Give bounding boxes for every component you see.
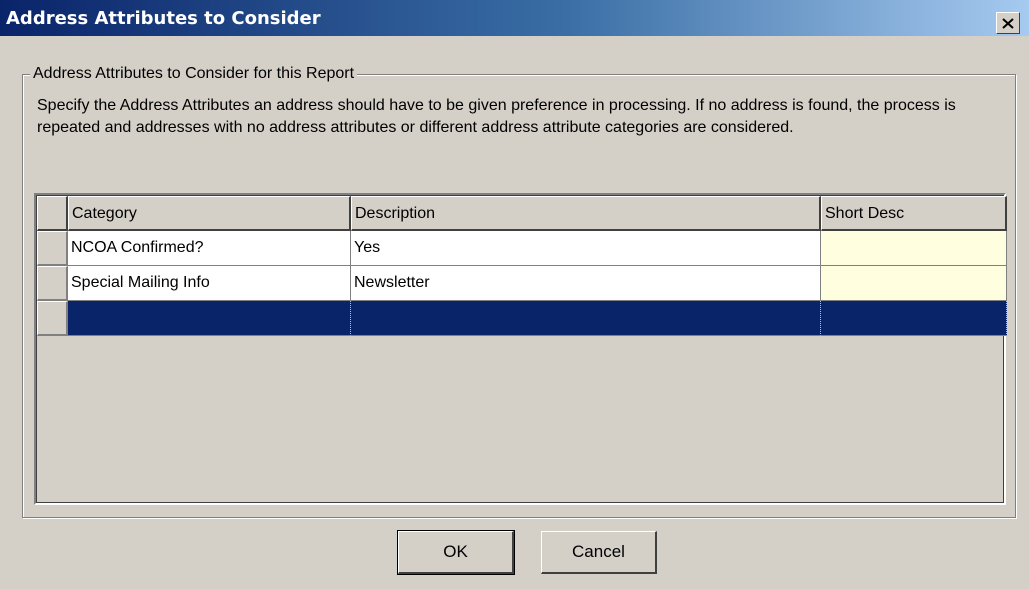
table-row-selected [37, 301, 1007, 336]
close-icon [1002, 17, 1014, 29]
category-cell[interactable] [68, 301, 351, 336]
short-desc-cell[interactable] [821, 266, 1007, 301]
row-selector[interactable] [37, 231, 68, 266]
column-header-short-desc[interactable]: Short Desc [821, 196, 1007, 231]
title-bar: Address Attributes to Consider [0, 0, 1029, 36]
header-corner-cell[interactable] [37, 196, 68, 231]
window-title: Address Attributes to Consider [6, 8, 321, 29]
description-cell[interactable] [351, 301, 821, 336]
instructions-text: Specify the Address Attributes an addres… [37, 97, 956, 136]
table-row: NCOA Confirmed? Yes [37, 231, 1007, 266]
close-button[interactable] [996, 12, 1020, 34]
column-header-category[interactable]: Category [68, 196, 351, 231]
attributes-grid[interactable]: Category Description Short Desc NCOA Con… [34, 193, 1007, 505]
grid-header-row: Category Description Short Desc [37, 196, 1007, 231]
column-header-description[interactable]: Description [351, 196, 821, 231]
row-selector[interactable] [37, 301, 68, 336]
cancel-button[interactable]: Cancel [541, 531, 657, 574]
short-desc-cell[interactable] [821, 301, 1007, 336]
ok-button[interactable]: OK [397, 530, 515, 575]
description-cell[interactable]: Newsletter [351, 266, 821, 301]
groupbox-label: Address Attributes to Consider for this … [30, 65, 358, 83]
row-selector[interactable] [37, 266, 68, 301]
description-cell[interactable]: Yes [351, 231, 821, 266]
category-cell[interactable]: Special Mailing Info [68, 266, 351, 301]
table-row: Special Mailing Info Newsletter [37, 266, 1007, 301]
category-cell[interactable]: NCOA Confirmed? [68, 231, 351, 266]
short-desc-cell[interactable] [821, 231, 1007, 266]
